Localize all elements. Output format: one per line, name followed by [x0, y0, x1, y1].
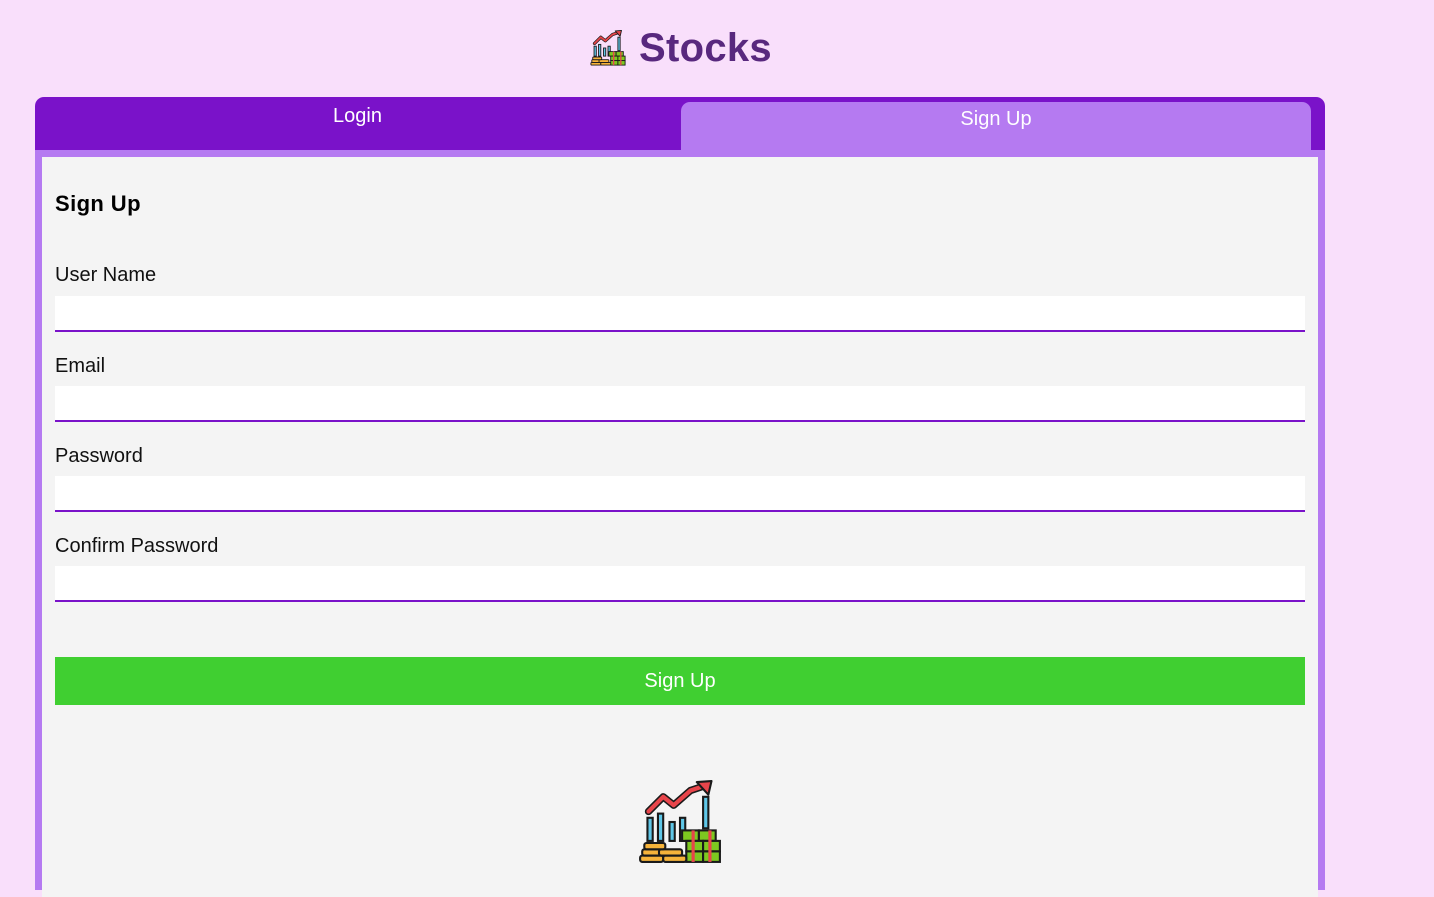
brand: Stocks: [590, 24, 772, 72]
tab-sign-up[interactable]: Sign Up: [681, 102, 1311, 157]
user-name-input[interactable]: [55, 296, 1305, 332]
tab-bar: Login Sign Up: [35, 97, 1325, 157]
sign-up-form: Sign Up User Name Email Password Confirm…: [42, 157, 1318, 897]
email-label: Email: [55, 355, 106, 377]
app-title: Stocks: [639, 25, 772, 70]
sign-up-button[interactable]: Sign Up: [55, 657, 1305, 705]
password-label: Password: [55, 445, 143, 467]
sign-up-panel: Sign Up User Name Email Password Confirm…: [35, 150, 1325, 897]
tab-login[interactable]: Login: [35, 97, 680, 150]
confirm-password-input[interactable]: [55, 566, 1305, 602]
stock-chart-money-icon: [590, 29, 626, 67]
email-input[interactable]: [55, 386, 1305, 422]
password-input[interactable]: [55, 476, 1305, 512]
confirm-password-label: Confirm Password: [55, 535, 219, 557]
stock-chart-money-icon: [638, 779, 722, 865]
page-header: Stocks: [0, 0, 1434, 96]
user-name-label: User Name: [55, 264, 157, 286]
form-heading: Sign Up: [55, 191, 141, 216]
